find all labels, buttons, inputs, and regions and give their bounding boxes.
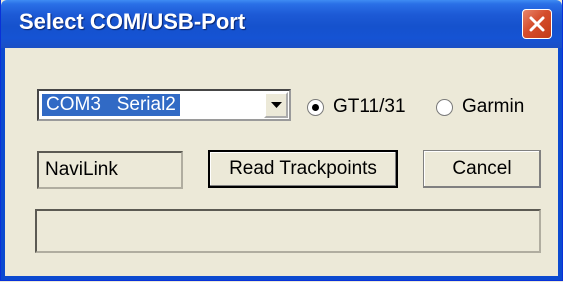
radio-gt11-31[interactable]: GT11/31 [307, 96, 406, 118]
radio-garmin-indicator[interactable] [436, 98, 453, 116]
port-select[interactable]: COM3 Serial2 [37, 89, 291, 121]
chevron-down-icon [271, 102, 282, 108]
radio-gt11-31-indicator[interactable] [307, 98, 324, 116]
progress-bar [35, 209, 541, 253]
cancel-button[interactable]: Cancel [423, 150, 541, 188]
radio-garmin[interactable]: Garmin [436, 96, 524, 118]
close-icon [529, 16, 545, 32]
port-select-value: COM3 Serial2 [42, 94, 180, 116]
window-frame-bottom [1, 276, 562, 280]
close-button[interactable] [522, 9, 552, 39]
read-trackpoints-button[interactable]: Read Trackpoints [208, 150, 398, 188]
radio-garmin-label: Garmin [462, 96, 525, 117]
port-select-dropdown-button[interactable] [264, 92, 288, 118]
window-frame-left [1, 48, 5, 280]
dialog-window: Select COM/USB-Port COM3 Serial2 GT11/31… [0, 0, 563, 281]
title-bar[interactable]: Select COM/USB-Port [1, 0, 562, 48]
radio-gt11-31-label: GT11/31 [333, 96, 406, 117]
window-frame-right [558, 48, 562, 280]
window-title: Select COM/USB-Port [19, 9, 246, 34]
device-name-display: NaviLink [37, 151, 183, 189]
